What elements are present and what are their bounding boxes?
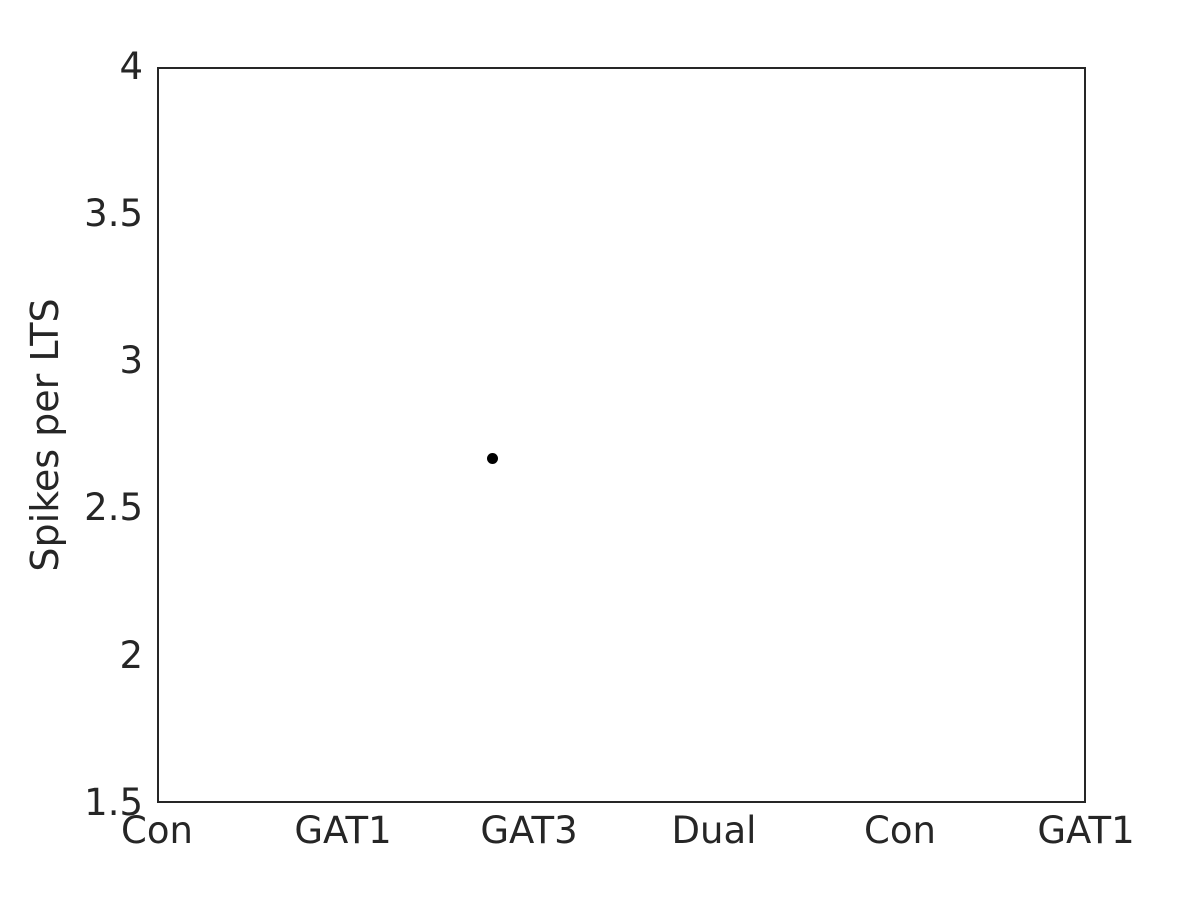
x-tick-label-1: Con	[121, 809, 193, 852]
chart-figure: Spikes per LTS 1.5 2 2.5 3 3.5 4 Con GAT…	[0, 0, 1200, 900]
x-tick-label-3: GAT3	[480, 809, 578, 852]
data-point	[486, 452, 498, 464]
y-tick-label-4: 3	[119, 339, 143, 382]
y-tick-label-2: 2	[119, 634, 143, 677]
x-tick-label-5: Con	[864, 809, 936, 852]
y-tick-label-6: 4	[119, 45, 143, 88]
plot-area	[157, 67, 1086, 803]
x-tick-label-4: Dual	[671, 809, 757, 852]
y-tick-label-5: 3.5	[84, 192, 143, 235]
y-tick-label-3: 2.5	[84, 486, 143, 529]
y-axis-title: Spikes per LTS	[23, 298, 67, 572]
x-tick-label-2: GAT1	[294, 809, 392, 852]
x-tick-label-6: GAT1	[1037, 809, 1135, 852]
data-layer	[159, 69, 1084, 801]
